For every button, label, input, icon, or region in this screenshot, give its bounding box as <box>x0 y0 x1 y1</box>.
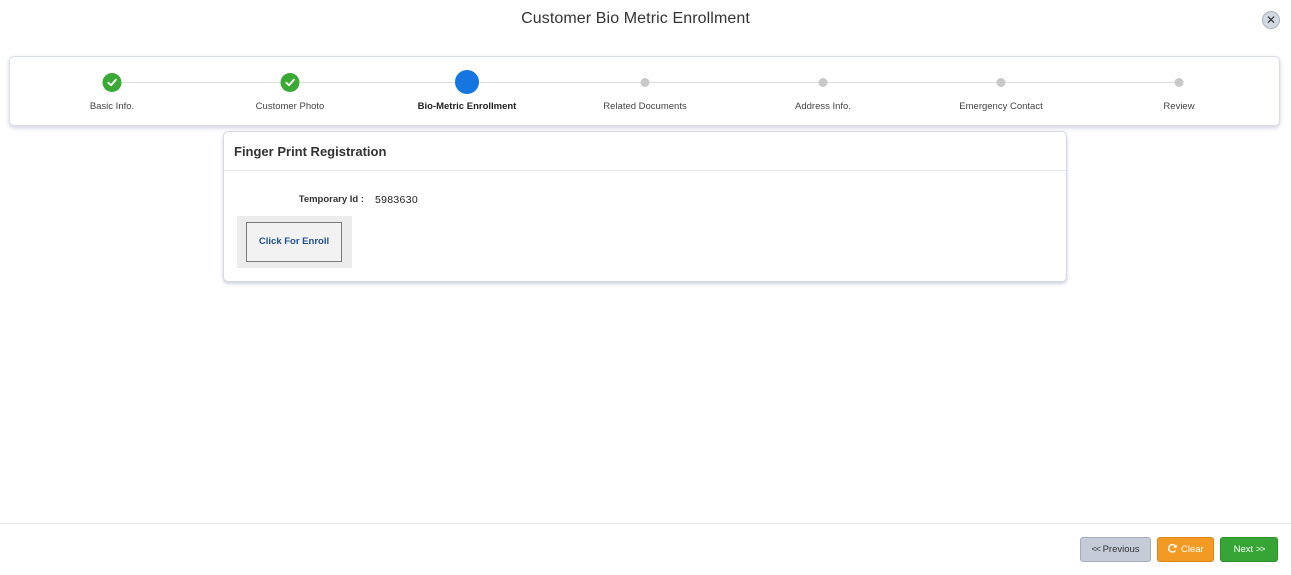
step-customer-photo[interactable]: Customer Photo <box>215 57 365 127</box>
previous-button-label: Previous <box>1102 544 1140 555</box>
step-label: Customer Photo <box>255 101 325 112</box>
temporary-id-label: Temporary Id : <box>298 194 364 205</box>
step-related-documents[interactable]: Related Documents <box>570 57 720 127</box>
pending-step-marker <box>1174 78 1184 87</box>
pending-step-marker <box>640 78 650 87</box>
double-chevron-left-icon: << <box>1091 544 1100 554</box>
clear-button[interactable]: Clear <box>1157 537 1214 562</box>
step-emergency-contact[interactable]: Emergency Contact <box>926 57 1076 127</box>
step-address-info[interactable]: Address Info. <box>748 57 898 127</box>
footer-divider <box>0 523 1291 524</box>
step-label: Emergency Contact <box>959 101 1043 112</box>
progress-stepper: Basic Info. Customer Photo Bio-Metric En… <box>9 56 1280 126</box>
step-label: Bio-Metric Enrollment <box>417 101 517 112</box>
step-basic-info[interactable]: Basic Info. <box>37 57 187 127</box>
pending-step-marker <box>996 78 1006 87</box>
dialog-title: Customer Bio Metric Enrollment <box>521 10 750 27</box>
refresh-icon <box>1167 543 1178 554</box>
step-label: Review <box>1163 101 1195 112</box>
panel-title: Finger Print Registration <box>224 132 1066 171</box>
step-label: Basic Info. <box>89 101 135 112</box>
double-chevron-right-icon: >> <box>1255 544 1265 554</box>
enroll-button[interactable]: Click For Enroll <box>246 222 342 262</box>
pending-step-marker <box>818 78 828 87</box>
active-step-marker <box>455 70 479 94</box>
finger-print-panel: Finger Print Registration Temporary Id :… <box>223 131 1067 282</box>
clear-button-label: Clear <box>1180 544 1204 555</box>
step-bio-metric-enrollment[interactable]: Bio-Metric Enrollment <box>392 57 542 127</box>
step-label: Address Info. <box>795 101 851 112</box>
close-icon[interactable]: ✕ <box>1262 11 1280 29</box>
enrollment-dialog: Customer Bio Metric Enrollment ✕ Basic I… <box>0 0 1291 575</box>
next-button[interactable]: Next >> <box>1220 537 1278 562</box>
check-icon <box>102 73 122 92</box>
step-review[interactable]: Review <box>1104 57 1254 127</box>
next-button-label: Next <box>1233 544 1254 555</box>
previous-button[interactable]: << Previous <box>1080 537 1151 562</box>
check-icon <box>280 73 300 92</box>
temporary-id-value: 5983630 <box>375 194 418 206</box>
step-label: Related Documents <box>603 101 687 112</box>
enroll-button-container: Click For Enroll <box>237 216 352 268</box>
